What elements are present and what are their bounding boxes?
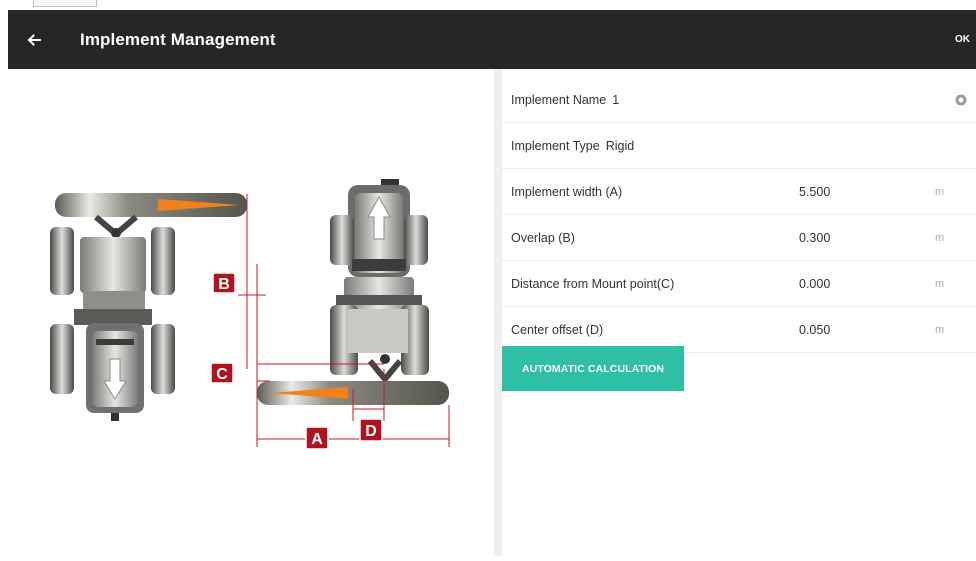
distance-mount-label: Distance from Mount point(C) bbox=[511, 276, 675, 291]
svg-text:D: D bbox=[365, 423, 377, 440]
gear-icon[interactable] bbox=[954, 93, 968, 107]
implement-type-field: Implement Type Rigid bbox=[511, 139, 634, 153]
implement-width-unit: m bbox=[935, 185, 945, 198]
center-offset-value[interactable]: 0.050 bbox=[799, 323, 830, 337]
implement-name-field: Implement Name 1 bbox=[511, 93, 619, 107]
center-offset-label: Center offset (D) bbox=[511, 322, 604, 337]
svg-text:A: A bbox=[311, 431, 323, 448]
distance-mount-unit: m bbox=[935, 277, 945, 290]
distance-mount-value[interactable]: 0.000 bbox=[799, 277, 830, 291]
center-offset-unit: m bbox=[935, 323, 945, 336]
distance-mount-row[interactable]: Distance from Mount point(C) 0.000 m bbox=[502, 261, 976, 307]
overlap-label: Overlap (B) bbox=[511, 230, 575, 245]
dimension-label-a: A bbox=[305, 426, 329, 450]
implement-settings-panel: Implement Name 1 Implement Type Rigid Impl… bbox=[502, 77, 976, 556]
overlap-row[interactable]: Overlap (B) 0.300 m bbox=[502, 215, 976, 261]
implement-type-label: Implement Type bbox=[511, 138, 600, 153]
dimension-label-b: B bbox=[212, 272, 236, 294]
panel-divider bbox=[494, 69, 502, 556]
svg-text:B: B bbox=[218, 276, 230, 293]
implement-type-row[interactable]: Implement Type Rigid bbox=[502, 123, 976, 169]
back-button[interactable] bbox=[8, 10, 60, 69]
dimension-label-d: D bbox=[359, 418, 383, 442]
overlap-value[interactable]: 0.300 bbox=[799, 231, 830, 245]
ok-button[interactable]: OK bbox=[955, 10, 970, 69]
implement-width-label: Implement width (A) bbox=[511, 184, 623, 199]
implement-geometry-diagram: B C A D bbox=[50, 179, 450, 450]
implement-name-row[interactable]: Implement Name 1 bbox=[502, 77, 976, 123]
left-tractor-illustration bbox=[50, 193, 247, 421]
implement-diagram-panel: B C A D bbox=[8, 69, 494, 556]
page-title: Implement Management bbox=[80, 29, 276, 49]
overlap-unit: m bbox=[935, 231, 945, 244]
implement-width-row[interactable]: Implement width (A) 5.500 m bbox=[502, 169, 976, 215]
app-bar: Implement Management OK bbox=[8, 10, 976, 69]
arrow-left-icon bbox=[27, 33, 41, 46]
svg-text:C: C bbox=[216, 366, 228, 383]
implement-name-label: Implement Name bbox=[511, 92, 607, 107]
implement-name-value: 1 bbox=[612, 92, 620, 107]
implement-width-value[interactable]: 5.500 bbox=[799, 185, 830, 199]
implement-type-value: Rigid bbox=[605, 138, 635, 153]
window-tab bbox=[33, 0, 97, 7]
right-tractor-illustration bbox=[257, 179, 449, 405]
automatic-calculation-button[interactable]: AUTOMATIC CALCULATION bbox=[502, 346, 684, 391]
dimension-label-c: C bbox=[210, 362, 234, 384]
window-top-strip bbox=[0, 0, 976, 10]
